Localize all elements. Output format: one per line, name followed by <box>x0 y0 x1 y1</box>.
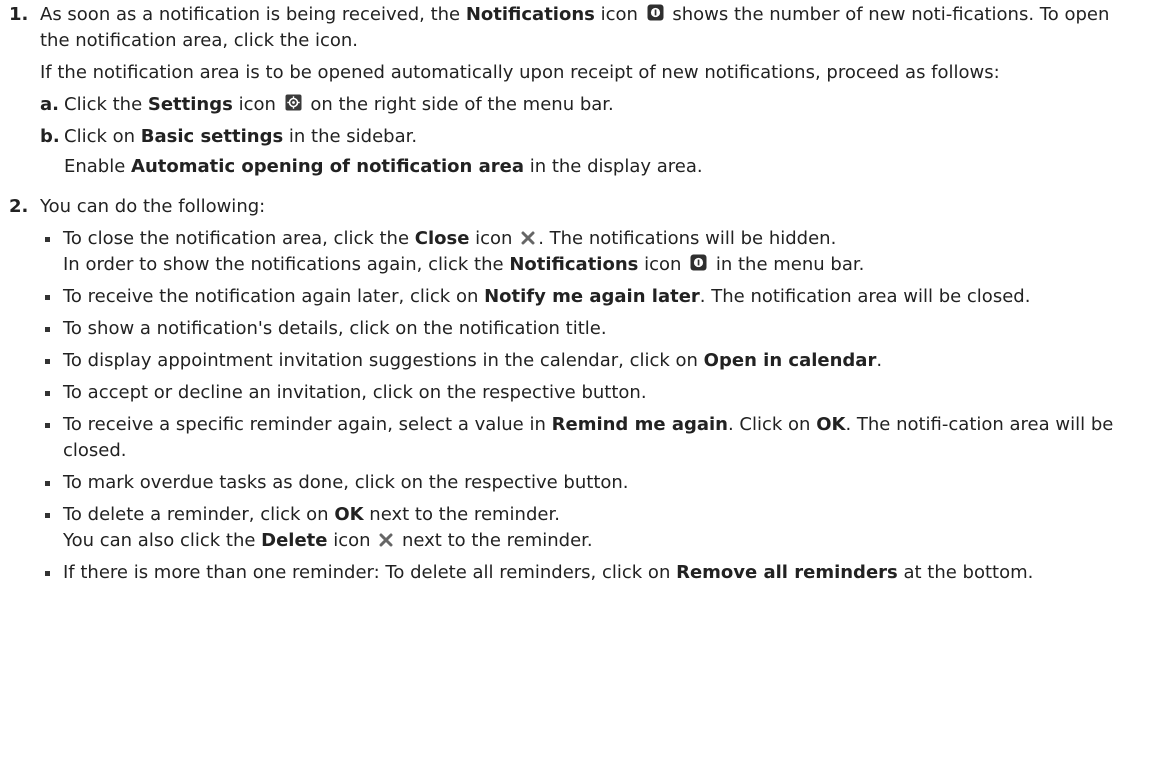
list-item: To show a notification's details, click … <box>40 316 1144 342</box>
list-item: To close the notification area, click th… <box>40 226 1144 278</box>
step-number: 1. <box>9 4 29 25</box>
substep-b: b. Click on Basic settings in the sideba… <box>40 126 418 147</box>
substep-b-continuation: Enable Automatic opening of notification… <box>64 156 703 177</box>
delete-x-icon <box>379 533 393 547</box>
substep-a: a. Click the Settings icon on the right … <box>40 94 614 115</box>
settings-gear-icon <box>285 94 302 111</box>
step-1-paragraph-2: If the notification area is to be opened… <box>40 62 1000 83</box>
options-list: To close the notification area, click th… <box>40 226 1144 586</box>
step-1-paragraph-1: As soon as a notification is being recei… <box>40 4 1110 51</box>
notification-badge-icon <box>690 254 707 271</box>
list-item: To accept or decline an invitation, clic… <box>40 380 1144 406</box>
list-item: To receive the notification again later,… <box>40 284 1144 310</box>
step-2-intro: You can do the following: <box>40 196 266 217</box>
list-item: To mark overdue tasks as done, click on … <box>40 470 1144 496</box>
list-item: To display appointment invitation sugges… <box>40 348 1144 374</box>
list-item: If there is more than one reminder: To d… <box>40 560 1144 586</box>
list-item: To receive a specific reminder again, se… <box>40 412 1144 464</box>
step-1: 1. As soon as a notification is being re… <box>9 2 1144 180</box>
step-2: 2. You can do the following: To close th… <box>9 194 1144 592</box>
help-document: 1. As soon as a notification is being re… <box>0 0 1156 592</box>
list-item: To delete a reminder, click on OK next t… <box>40 502 1144 554</box>
close-x-icon <box>521 231 535 245</box>
notification-badge-icon <box>647 4 664 21</box>
step-number: 2. <box>9 196 29 217</box>
